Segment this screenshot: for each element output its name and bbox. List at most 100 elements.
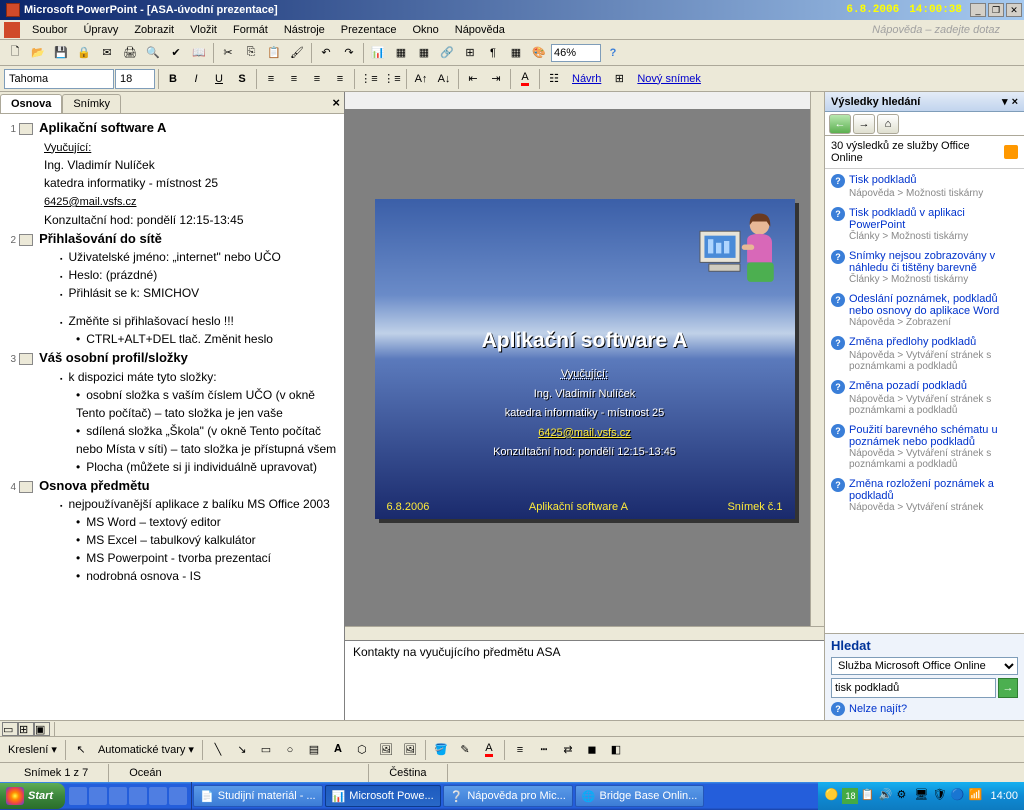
outline-body-line[interactable]: Heslo: (prázdné) (60, 266, 338, 284)
slide-canvas[interactable]: Aplikační software A Vyučující: Ing. Vla… (375, 199, 795, 519)
tab-slides[interactable]: Snímky (62, 94, 121, 113)
wordart-icon[interactable]: 𝐀 (327, 739, 349, 761)
outline-body-line[interactable]: Plocha (můžete si ji individuálně upravo… (76, 458, 338, 476)
menu-okno[interactable]: Okno (404, 22, 446, 38)
search-result-item[interactable]: ?Změna rozložení poznámek a podkladůNápo… (827, 475, 1022, 518)
menu-napoveda[interactable]: Nápověda (447, 22, 513, 38)
outline-body-line[interactable]: nejpoužívanější aplikace z balíku MS Off… (60, 495, 338, 513)
ql-icon-2[interactable] (89, 787, 107, 805)
search-result-item[interactable]: ?Tisk podkladůNápověda > Možnosti tiskár… (827, 171, 1022, 204)
textbox-icon[interactable]: ▤ (303, 739, 325, 761)
tray-icon-1[interactable]: 🟡 (824, 788, 840, 804)
tray-icon-9[interactable]: 📶 (968, 788, 984, 804)
horizontal-scrollbar[interactable] (345, 626, 824, 640)
bold-icon[interactable]: B (162, 68, 184, 90)
decrease-font-icon[interactable]: A↓ (433, 68, 455, 90)
search-go-button[interactable]: → (998, 678, 1018, 698)
menu-nastroje[interactable]: Nástroje (276, 22, 333, 38)
zoom-combo[interactable]: 46% (551, 44, 601, 62)
spellcheck-icon[interactable]: ✔ (165, 42, 187, 64)
search-result-item[interactable]: ?Snímky nejsou zobrazovány v náhledu či … (827, 247, 1022, 290)
ql-desktop-icon[interactable] (69, 787, 87, 805)
outline-body-line[interactable]: MS Excel – tabulkový kalkulátor (76, 531, 338, 549)
search-result-item[interactable]: ?Použití barevného schématu u poznámek n… (827, 421, 1022, 475)
ql-icon-6[interactable] (169, 787, 187, 805)
new-slide-link[interactable]: Nový snímek (631, 73, 707, 85)
3d-style-icon[interactable]: ◧ (605, 739, 627, 761)
vertical-scrollbar[interactable] (810, 92, 824, 626)
nav-home-icon[interactable]: ⌂ (877, 114, 899, 134)
font-color-icon[interactable]: A (514, 68, 536, 90)
font-color-icon-2[interactable]: A (478, 739, 500, 761)
diagram-icon[interactable]: ⬡ (351, 739, 373, 761)
rectangle-icon[interactable]: ▭ (255, 739, 277, 761)
close-pane-icon[interactable]: × (332, 95, 340, 110)
drawing-menu[interactable]: Kreslení ▾ (4, 743, 61, 756)
undo-icon[interactable]: ↶ (315, 42, 337, 64)
outline-body-line[interactable]: CTRL+ALT+DEL tlač. Změnit heslo (76, 330, 338, 348)
tray-icon-8[interactable]: 🔵 (950, 788, 966, 804)
permission-icon[interactable]: 🔒 (73, 42, 95, 64)
outline-body-line[interactable]: k dispozici máte tyto složky: (60, 368, 338, 386)
restore-button[interactable]: ❐ (988, 3, 1004, 17)
bullets-icon[interactable]: ⋮≡ (381, 68, 403, 90)
font-size-combo[interactable]: 18 (115, 69, 155, 89)
tray-icon-6[interactable]: 🖥 (914, 788, 930, 804)
line-icon[interactable]: ╲ (207, 739, 229, 761)
preview-icon[interactable]: 🔍 (142, 42, 164, 64)
research-icon[interactable]: 📖 (188, 42, 210, 64)
ql-icon-3[interactable] (109, 787, 127, 805)
arrow-icon[interactable]: ↘ (231, 739, 253, 761)
taskbar-bridge[interactable]: 🌐 Bridge Base Onlin... (575, 785, 705, 807)
cannot-find-link[interactable]: ?Nelze najít? (831, 702, 1018, 716)
tray-icon-5[interactable]: ⚙ (896, 788, 912, 804)
numbering-icon[interactable]: ⋮≡ (358, 68, 380, 90)
align-left-icon[interactable]: ≡ (260, 68, 282, 90)
outline-body-line[interactable]: Uživatelské jméno: „internet" nebo UČO (60, 248, 338, 266)
show-formatting-icon[interactable]: ¶ (482, 42, 504, 64)
line-style-icon[interactable]: ≡ (509, 739, 531, 761)
clipart-icon[interactable]: 🖼 (375, 739, 397, 761)
increase-indent-icon[interactable]: ⇥ (485, 68, 507, 90)
shadow-style-icon[interactable]: ◼ (581, 739, 603, 761)
taskbar-studijni[interactable]: 📄 Studijní materiál - ... (193, 785, 323, 807)
doc-icon[interactable] (4, 22, 20, 38)
design-link[interactable]: Návrh (566, 73, 607, 85)
outline-body-line[interactable]: MS Powerpoint - tvorba prezentací (76, 549, 338, 567)
search-scope-combo[interactable]: Služba Microsoft Office Online (831, 657, 1018, 675)
tray-icon-2[interactable]: 18 (842, 788, 858, 804)
outline-body-line[interactable]: katedra informatiky - místnost 25 (44, 174, 338, 192)
slideshow-view-icon[interactable]: ▣ (34, 722, 50, 736)
search-result-item[interactable]: ?Změna předlohy podkladůNápověda > Vytvá… (827, 333, 1022, 377)
nav-forward-icon[interactable]: → (853, 114, 875, 134)
line-color-icon[interactable]: ✎ (454, 739, 476, 761)
start-button[interactable]: Start (0, 783, 65, 809)
outline-body-line[interactable]: Přihlásit se k: SMICHOV (60, 284, 338, 302)
chart-icon[interactable]: 📊 (367, 42, 389, 64)
copy-icon[interactable]: ⎘ (240, 42, 262, 64)
increase-font-icon[interactable]: A↑ (410, 68, 432, 90)
search-result-item[interactable]: ?Tisk podkladů v aplikaci PowerPointČlán… (827, 204, 1022, 247)
tray-icon-7[interactable]: 🛡 (932, 788, 948, 804)
color-icon[interactable]: 🎨 (528, 42, 550, 64)
table-icon[interactable]: ▦ (390, 42, 412, 64)
close-button[interactable]: ✕ (1006, 3, 1022, 17)
paste-icon[interactable]: 📋 (263, 42, 285, 64)
menu-vlozit[interactable]: Vložit (182, 22, 225, 38)
hyperlink-icon[interactable]: 🔗 (436, 42, 458, 64)
tray-icon-4[interactable]: 🔊 (878, 788, 894, 804)
print-icon[interactable]: 🖨 (119, 42, 141, 64)
task-close-icon[interactable]: × (1012, 96, 1018, 108)
align-right-icon[interactable]: ≡ (306, 68, 328, 90)
dash-style-icon[interactable]: ┅ (533, 739, 555, 761)
search-result-item[interactable]: ?Změna pozadí podkladůNápověda > Vytváře… (827, 377, 1022, 421)
tray-icon-3[interactable]: 📋 (860, 788, 876, 804)
outline-body-line[interactable]: MS Word – textový editor (76, 513, 338, 531)
new-icon[interactable]: 🗋 (4, 42, 26, 64)
outline-slide-title[interactable]: 4 Osnova předmětu (6, 476, 338, 496)
help-search-prompt[interactable]: Nápověda – zadejte dotaz (872, 24, 1020, 36)
tray-clock[interactable]: 14:00 (990, 790, 1018, 802)
ql-icon-5[interactable] (149, 787, 167, 805)
outline-body-line[interactable]: osobní složka s vaším číslem UČO (v okně… (76, 386, 338, 422)
cut-icon[interactable]: ✂ (217, 42, 239, 64)
